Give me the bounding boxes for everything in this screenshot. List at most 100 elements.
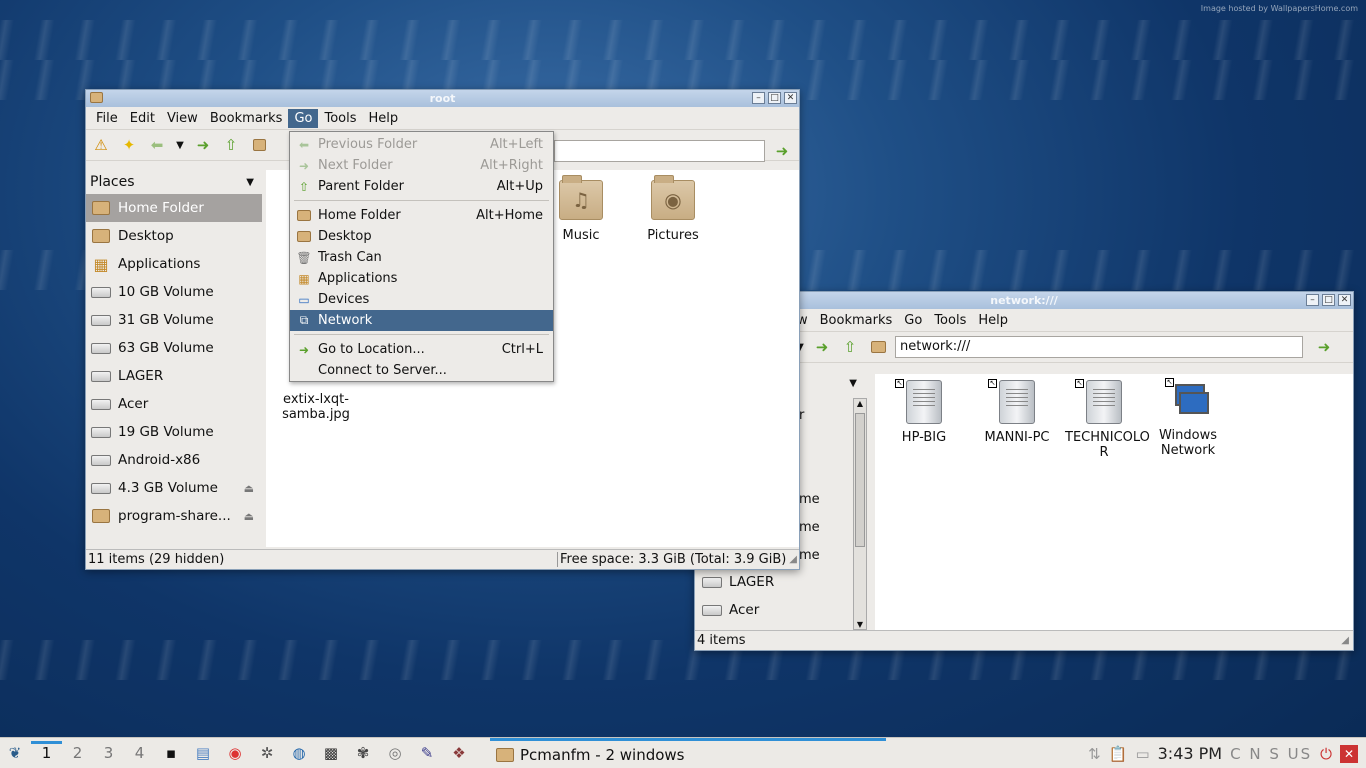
warning-icon[interactable]: ⚠ (90, 134, 112, 156)
sidebar-item-volume[interactable]: LAGER (86, 362, 262, 390)
inkscape-icon[interactable]: ✎ (414, 742, 440, 764)
sidebar-item-label: program-share... (118, 508, 231, 524)
menu-item-go-to-location[interactable]: ➜ Go to Location... Ctrl+L (290, 339, 553, 360)
terminal-icon[interactable]: ▪ (158, 742, 184, 764)
close-button[interactable]: ✕ (1338, 294, 1351, 306)
menu-bookmarks[interactable]: Bookmarks (814, 311, 899, 330)
menu-item-desktop[interactable]: Desktop (290, 226, 553, 247)
maximize-button[interactable]: □ (768, 92, 781, 104)
back-icon[interactable]: ⬅ (146, 134, 168, 156)
desktop-switch-4[interactable]: 4 (124, 744, 155, 762)
menu-item-network[interactable]: ⧉ Network (290, 310, 553, 331)
menu-item-parent-folder[interactable]: ⇧ Parent Folder Alt+Up (290, 176, 553, 197)
menu-item-previous-folder[interactable]: ⬅ Previous Folder Alt+Left (290, 134, 553, 155)
sidebar-item-acer[interactable]: Acer (697, 596, 847, 624)
thunderbird-icon[interactable]: ◍ (286, 742, 312, 764)
host-item[interactable]: ↖ TECHNICOLO R (1065, 379, 1150, 460)
desktop-switch-2[interactable]: 2 (62, 744, 93, 762)
menu-item-accel: Alt+Right (480, 158, 543, 173)
eject-icon[interactable]: ⏏ (244, 510, 254, 523)
new-tab-icon[interactable]: ✦ (118, 134, 140, 156)
resize-grip[interactable]: ◢ (789, 554, 797, 565)
menu-bookmarks[interactable]: Bookmarks (204, 109, 289, 128)
desktop-switch-1[interactable]: 1 (31, 741, 62, 762)
menu-item-devices[interactable]: ▭ Devices (290, 289, 553, 310)
history-dropdown-icon[interactable]: ▼ (174, 134, 186, 156)
sidebar-item-volume[interactable]: 10 GB Volume (86, 278, 262, 306)
settings-icon[interactable]: ✲ (254, 742, 280, 764)
host-item[interactable]: ↖ Windows Network (1149, 378, 1227, 458)
app-grid-icon[interactable]: ▩ (318, 742, 344, 764)
sidebar-scrollbar[interactable]: ▲ ▼ (853, 398, 867, 630)
sidebar-item-partial[interactable]: me (799, 520, 820, 535)
file-item-music[interactable]: ♫ Music (546, 175, 616, 243)
menu-help[interactable]: Help (363, 109, 405, 128)
sidebar-item-partial[interactable]: me (799, 548, 820, 563)
start-menu-icon[interactable]: ❦ (2, 742, 28, 764)
sidebar-item-volume[interactable]: Acer (86, 390, 262, 418)
menu-go[interactable]: Go (288, 108, 319, 128)
sidebar-item-volume[interactable]: 19 GB Volume (86, 418, 262, 446)
forward-icon[interactable]: ➜ (192, 134, 214, 156)
desktop-switch-3[interactable]: 3 (93, 744, 124, 762)
path-input[interactable] (554, 140, 765, 162)
host-item[interactable]: ↖ MANNI-PC (977, 379, 1057, 445)
sidebar-item-home[interactable]: Home Folder (86, 194, 262, 222)
sidebar-item-volume[interactable]: 63 GB Volume (86, 334, 262, 362)
host-item[interactable]: ↖ HP-BIG (889, 379, 959, 445)
clipboard-icon[interactable]: 📋 (1109, 745, 1128, 763)
sidebar-item-lager[interactable]: LAGER (697, 568, 847, 596)
menu-go[interactable]: Go (898, 311, 928, 330)
disc-icon[interactable]: ◎ (382, 742, 408, 764)
minimize-button[interactable]: – (752, 92, 765, 104)
sidebar-item-volume[interactable]: 31 GB Volume (86, 306, 262, 334)
root-window-titlebar[interactable]: root – □ ✕ (86, 90, 799, 107)
sidebar-item-volume[interactable]: 4.3 GB Volume ⏏ (86, 474, 262, 502)
sidebar-item-partial[interactable]: me (799, 492, 820, 507)
minimize-button[interactable]: – (1306, 294, 1319, 306)
places-header[interactable]: Places ▼ (86, 170, 262, 194)
menu-view[interactable]: View (161, 109, 204, 128)
menu-item-home-folder[interactable]: Home Folder Alt+Home (290, 205, 553, 226)
maximize-button[interactable]: □ (1322, 294, 1335, 306)
menu-item-next-folder[interactable]: ➜ Next Folder Alt+Right (290, 155, 553, 176)
go-button-icon[interactable]: ➜ (1313, 336, 1335, 358)
sidebar-item-applications[interactable]: ▦ Applications (86, 250, 262, 278)
status-text: 4 items (697, 633, 746, 648)
close-button[interactable]: ✕ (784, 92, 797, 104)
text-editor-icon[interactable]: ▤ (190, 742, 216, 764)
forward-icon[interactable]: ➜ (811, 336, 833, 358)
scrollbar-thumb[interactable] (855, 413, 865, 547)
resize-grip[interactable]: ◢ (1341, 635, 1349, 646)
file-item-pictures[interactable]: ◉ Pictures (638, 175, 708, 243)
clock[interactable]: 3:43 PM (1158, 744, 1222, 763)
sidebar-item-volume[interactable]: Android-x86 (86, 446, 262, 474)
go-button-icon[interactable]: ➜ (771, 140, 793, 162)
package-manager-icon[interactable]: ❖ (446, 742, 472, 764)
sidebar-item-desktop[interactable]: Desktop (86, 222, 262, 250)
menu-tools[interactable]: Tools (928, 311, 972, 330)
up-icon[interactable]: ⇧ (839, 336, 861, 358)
gimp-icon[interactable]: ✾ (350, 742, 376, 764)
pictures-folder-icon: ◉ (651, 175, 695, 220)
close-session-icon[interactable]: ✕ (1340, 744, 1358, 763)
menu-edit[interactable]: Edit (124, 109, 161, 128)
path-input[interactable]: network:/// (895, 336, 1303, 358)
menu-file[interactable]: File (90, 109, 124, 128)
menu-item-connect-to-server[interactable]: Connect to Server... (290, 360, 553, 381)
folder-icon (296, 230, 312, 244)
up-icon[interactable]: ⇧ (220, 134, 242, 156)
eject-icon[interactable]: ⏏ (244, 482, 254, 495)
sidebar-item-program-share[interactable]: program-share... ⏏ (86, 502, 262, 530)
task-button-pcmanfm[interactable]: Pcmanfm - 2 windows (490, 738, 886, 768)
chrome-icon[interactable]: ◉ (222, 742, 248, 764)
keyboard-indicator[interactable]: C N S US (1230, 745, 1312, 763)
menu-item-trash-can[interactable]: 🗑 Trash Can (290, 247, 553, 268)
places-dropdown-icon[interactable]: ▼ (849, 378, 857, 389)
notes-icon[interactable]: ▭ (1135, 745, 1149, 763)
menu-help[interactable]: Help (972, 311, 1014, 330)
network-tray-icon[interactable]: ⇅ (1088, 745, 1101, 763)
logout-icon[interactable]: ⏻ (1320, 745, 1332, 763)
menu-item-applications[interactable]: ▦ Applications (290, 268, 553, 289)
menu-tools[interactable]: Tools (318, 109, 362, 128)
